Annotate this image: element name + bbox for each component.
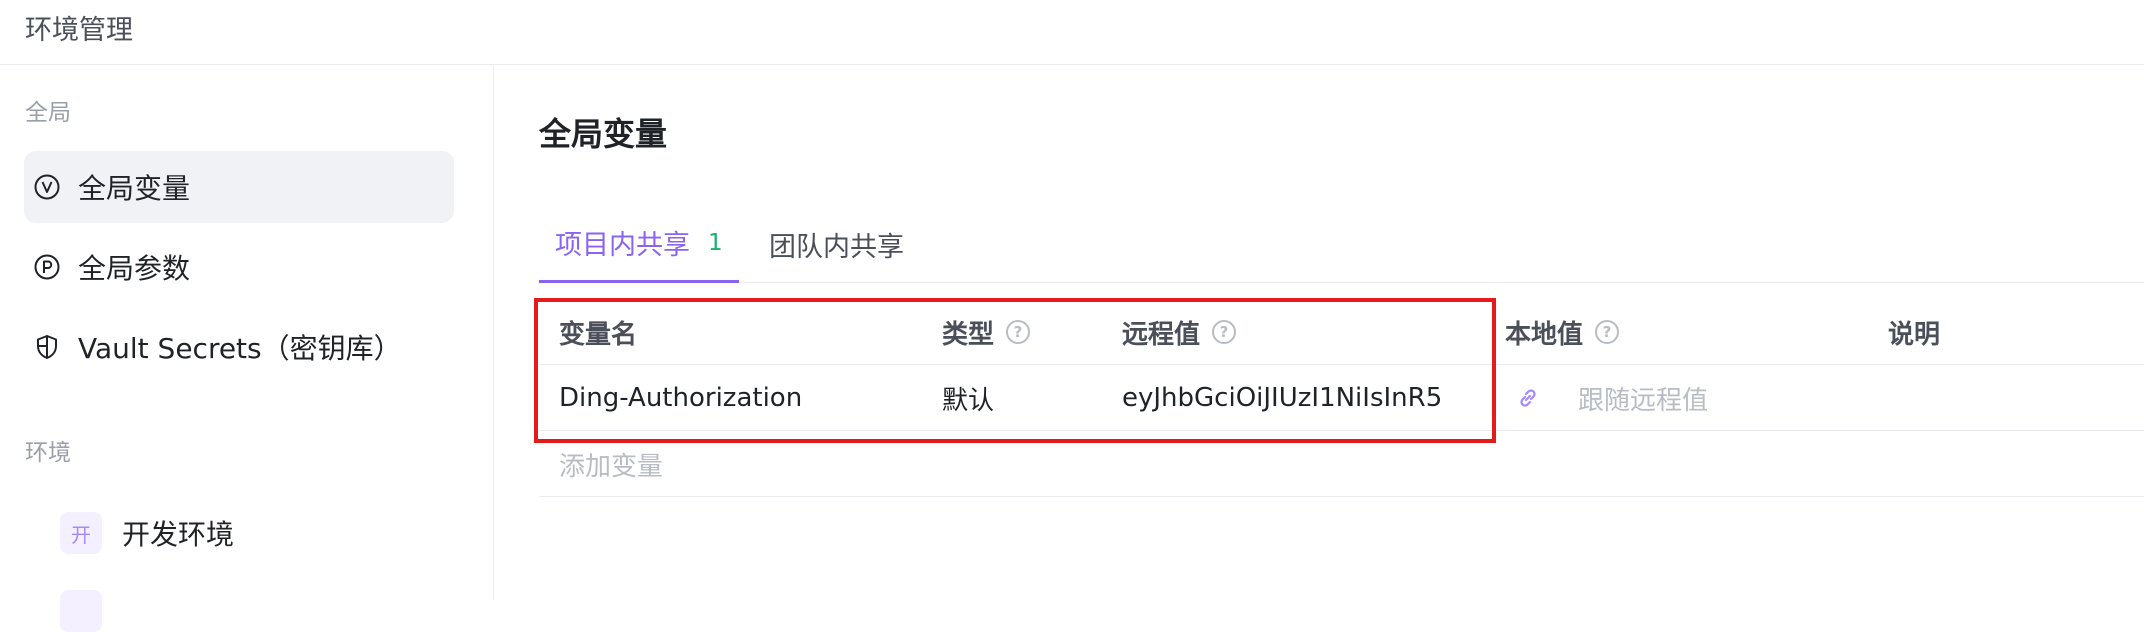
column-header-name: 变量名 — [559, 319, 638, 350]
tab-bar: 项目内共享 1 团队内共享 — [539, 205, 2144, 283]
app-title: 环境管理 — [25, 15, 133, 46]
help-icon[interactable]: ? — [1212, 320, 1237, 344]
tab-label: 项目内共享 — [555, 230, 690, 261]
variable-type-cell[interactable]: 默认 — [942, 365, 1102, 431]
link-icon — [1511, 381, 1545, 415]
remote-value-cell[interactable]: eyJhbGciOiJIUzI1NiIsInR5 — [1122, 365, 1454, 431]
help-icon[interactable]: ? — [1595, 320, 1620, 344]
add-variable-row: 添加变量 — [539, 431, 2144, 497]
v-circle-icon — [32, 172, 62, 202]
tab-count-badge: 1 — [708, 229, 723, 256]
tab-label: 团队内共享 — [769, 231, 904, 263]
sidebar-item-label: 全局参数 — [78, 252, 191, 285]
description-cell[interactable] — [1888, 365, 2138, 431]
column-header-type: 类型 ? — [942, 299, 1031, 365]
env-badge — [60, 590, 102, 632]
sidebar-item-label: Vault Secrets（密钥库） — [78, 332, 402, 365]
env-label: 开发环境 — [122, 518, 235, 551]
sidebar-item-global-variables[interactable]: 全局变量 — [24, 151, 454, 223]
main-content: 全局变量 项目内共享 1 团队内共享 变量名 类型 ? 远程值 ? 本地值 ? … — [495, 65, 2144, 600]
sidebar: 全局 全局变量 全局参数 Vault Secrets（密钥库） 环境 开 开发环… — [0, 65, 494, 632]
local-value-input[interactable]: 跟随远程值 — [1578, 365, 1878, 431]
variables-table: 变量名 类型 ? 远程值 ? 本地值 ? 说明 Ding-Authorizati… — [539, 299, 2144, 497]
top-bar: 环境管理 — [0, 0, 2144, 65]
tab-team-shared[interactable]: 团队内共享 — [769, 205, 904, 283]
p-circle-icon — [32, 252, 62, 282]
table-header: 变量名 类型 ? 远程值 ? 本地值 ? 说明 — [539, 299, 2144, 365]
add-variable-input[interactable]: 添加变量 — [559, 431, 919, 497]
link-toggle[interactable] — [1511, 365, 1545, 431]
sidebar-item-dev-env[interactable]: 开 开发环境 — [60, 502, 454, 564]
column-header-local: 本地值 ? — [1505, 299, 1620, 365]
sidebar-item-global-params[interactable]: 全局参数 — [24, 231, 454, 303]
sidebar-section-global: 全局 — [25, 100, 71, 126]
table-row: Ding-Authorization 默认 eyJhbGciOiJIUzI1Ni… — [539, 365, 2144, 431]
shield-icon — [32, 332, 62, 362]
sidebar-item-label: 全局变量 — [78, 172, 191, 205]
page-title: 全局变量 — [539, 115, 668, 153]
help-icon[interactable]: ? — [1006, 320, 1031, 344]
tab-project-shared[interactable]: 项目内共享 1 — [539, 205, 739, 283]
column-header-desc: 说明 — [1888, 319, 1941, 350]
sidebar-section-env: 环境 — [25, 440, 71, 466]
env-badge: 开 — [60, 512, 102, 554]
variable-name-cell[interactable]: Ding-Authorization — [559, 365, 919, 431]
sidebar-item-vault-secrets[interactable]: Vault Secrets（密钥库） — [24, 311, 454, 383]
column-header-remote: 远程值 ? — [1122, 299, 1237, 365]
